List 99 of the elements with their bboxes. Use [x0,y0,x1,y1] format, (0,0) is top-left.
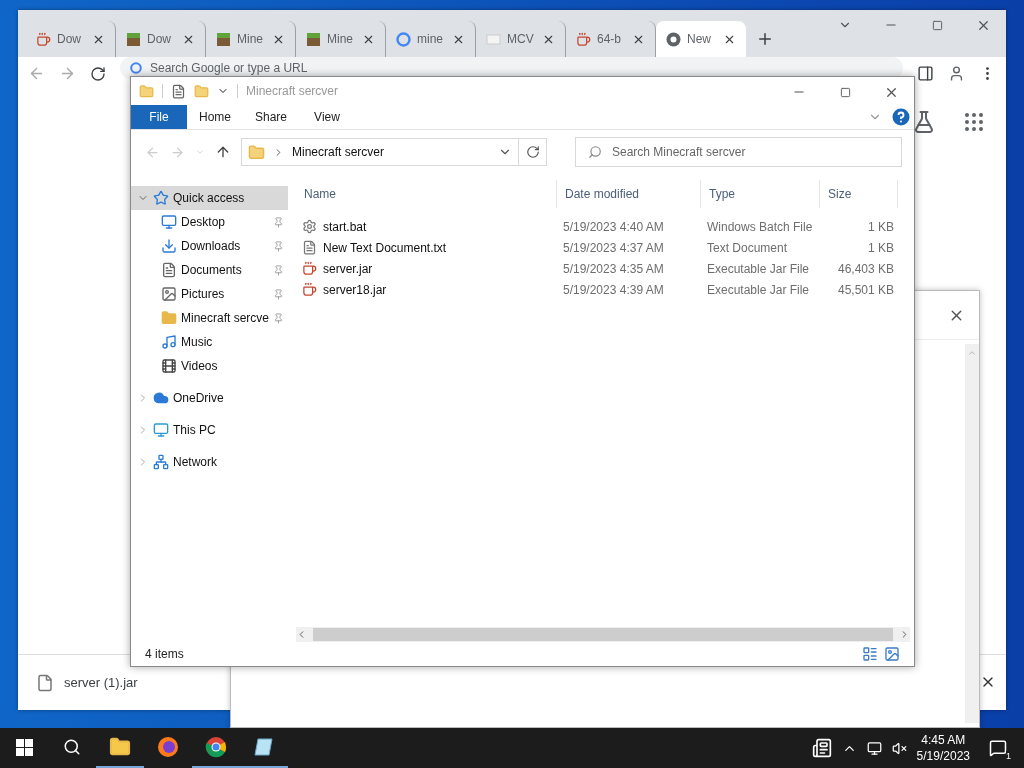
folder-icon[interactable] [109,736,131,758]
folder-icon [161,310,177,326]
text-file-icon [302,240,317,255]
window-title: Minecraft sercver [246,84,339,98]
table-cell-text: Executable Jar File [706,261,811,276]
new-tab-icon[interactable] [756,30,774,48]
picture-icon [161,286,177,302]
windows-logo-icon [15,738,33,756]
chrome-icon[interactable] [205,736,227,758]
up-icon[interactable] [215,144,231,160]
file-name[interactable]: server18.jar [296,282,557,297]
nav-item[interactable]: OneDrive [131,386,288,410]
table-cell-text: Text Document [706,240,789,255]
file-icon [36,673,54,692]
grass-block-icon [306,31,321,47]
nav-item[interactable]: This PC [131,418,288,442]
status-text: 4 items [145,647,184,661]
page-icon [486,31,501,47]
table-cell-text: 5/19/2023 4:39 AM [562,282,665,297]
file-name[interactable]: start.bat [296,219,557,234]
nav-item[interactable]: Network [131,450,288,474]
search-icon [588,145,602,159]
coffee-file-icon [302,261,317,276]
ribbon-tab[interactable]: View [299,105,355,129]
file-name[interactable]: server.jar [296,261,557,276]
star-icon [153,190,169,206]
file-menu-tab[interactable]: File [131,105,187,129]
profile-icon[interactable] [948,65,965,82]
chrome-icon [666,31,681,47]
volume-muted-icon[interactable] [891,740,907,756]
scrollbar[interactable] [965,344,979,723]
column-header[interactable]: Name [296,180,557,208]
apps-icon[interactable] [962,110,986,134]
browser-tab[interactable]: New [656,21,746,57]
table-cell-text: 45,501 KB [836,282,895,297]
help-icon[interactable] [892,108,910,126]
folder-icon [248,143,265,161]
nav-item[interactable]: Music [131,330,288,354]
address-path: Minecraft sercver [292,145,385,159]
ribbon-tab[interactable]: Home [187,105,243,129]
download-icon [161,238,177,254]
reload-icon[interactable] [90,65,106,82]
coffee-icon [36,31,51,47]
column-header[interactable]: Date modified [557,180,701,208]
nav-item[interactable]: Desktop [131,210,288,234]
computer-icon [153,422,169,438]
side-panel-icon[interactable] [917,65,934,82]
notepad-icon[interactable] [253,736,275,758]
coffee-file-icon [302,282,317,297]
cloud-icon [153,390,169,406]
search-placeholder: Search Minecraft sercver [612,145,746,159]
nav-item[interactable]: Quick access [131,186,288,210]
table-cell-text: 46,403 KB [836,261,895,276]
address-bar[interactable]: Search Google or type a URL [120,57,903,79]
ribbon-tab[interactable]: Share [243,105,299,129]
gear-file-icon [302,219,317,234]
notification-icon[interactable] [989,739,1007,757]
google-icon [396,31,411,47]
table-cell-text: 1 KB [867,240,895,255]
desktop-icon [161,214,177,230]
nav-item[interactable]: Downloads [131,234,288,258]
maximize-icon[interactable] [839,86,851,98]
table-cell-text: Executable Jar File [706,282,811,297]
google-icon [130,62,142,74]
large-icons-view-icon[interactable] [884,646,900,662]
search-field[interactable]: Search Minecraft sercver [575,137,902,167]
grass-block-icon [216,31,231,47]
horizontal-scrollbar[interactable] [296,627,910,642]
table-cell-text: 5/19/2023 4:35 AM [562,261,665,276]
refresh-icon[interactable] [525,145,540,159]
nav-item[interactable]: Pictures [131,282,288,306]
table-cell-text: Windows Batch File [706,219,814,234]
grass-block-icon [126,31,141,47]
properties-icon[interactable] [171,83,186,99]
notification-count: 1 [1006,751,1011,761]
nav-item[interactable]: Videos [131,354,288,378]
table-cell-text: 5/19/2023 4:37 AM [562,240,665,255]
download-filename[interactable]: server (1).jar [64,675,138,690]
details-view-icon[interactable] [862,646,878,662]
omnibox-placeholder: Search Google or type a URL [150,61,308,75]
file-name[interactable]: New Text Document.txt [296,240,557,255]
column-header[interactable]: Type [701,180,820,208]
table-cell-text: 5/19/2023 4:40 AM [562,219,665,234]
table-cell-text: 1 KB [867,219,895,234]
nav-item[interactable]: Minecraft sercve [131,306,288,330]
document-icon [161,262,177,278]
address-bar[interactable]: Minecraft sercver [241,138,519,166]
column-header[interactable]: Size [820,180,898,208]
firefox-icon[interactable] [157,736,179,758]
nav-item[interactable]: Documents [131,258,288,282]
music-icon [161,334,177,350]
search-icon[interactable] [63,738,81,756]
refresh-button[interactable] [519,138,547,166]
flask-icon[interactable] [912,110,936,134]
coffee-icon [576,31,591,47]
news-icon[interactable] [811,738,832,758]
film-icon [161,358,177,374]
maximize-icon[interactable] [931,19,943,31]
clock[interactable]: 4:45 AM 5/19/2023 [916,732,970,764]
